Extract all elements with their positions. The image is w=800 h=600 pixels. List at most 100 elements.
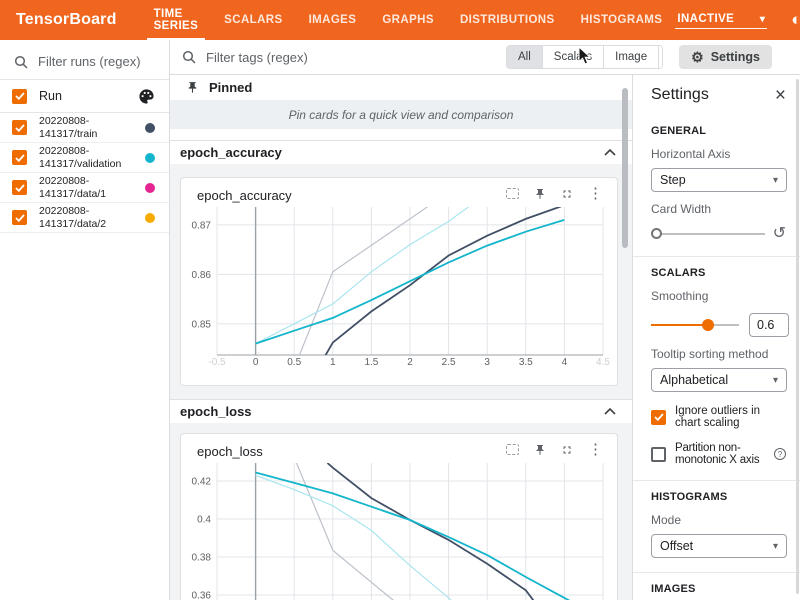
svg-text:0.5: 0.5 xyxy=(287,357,301,368)
pin-icon[interactable] xyxy=(534,444,546,456)
tab-images[interactable]: IMAGES xyxy=(296,0,370,40)
chevron-down-icon: ▾ xyxy=(760,14,765,25)
reset-icon[interactable]: ↺ xyxy=(773,226,786,242)
ignore-outliers-row[interactable]: Ignore outliers in chart scaling xyxy=(651,405,786,429)
svg-text:0.36: 0.36 xyxy=(192,591,212,600)
runs-header-row: Run xyxy=(0,80,169,112)
tag-filter-all[interactable]: All xyxy=(507,46,543,68)
svg-text:0.38: 0.38 xyxy=(192,553,212,564)
run-checkbox[interactable] xyxy=(12,150,27,165)
run-row[interactable]: 20220808-141317/train xyxy=(0,113,169,143)
epoch-loss-chart[interactable]: 0.360.380.40.42 xyxy=(181,458,619,600)
tag-filter-histogram[interactable]: Histogram xyxy=(659,46,663,68)
section-header-epoch-loss[interactable]: epoch_loss xyxy=(170,399,632,423)
chevron-down-icon: ▾ xyxy=(773,375,778,386)
run-color-dot[interactable] xyxy=(145,123,155,133)
card-width-label: Card Width xyxy=(651,202,786,216)
tooltip-sorting-select[interactable]: Alphabetical ▾ xyxy=(651,368,787,392)
runs-filter xyxy=(0,40,169,79)
tab-time-series[interactable]: TIME SERIES xyxy=(141,0,212,40)
chevron-up-icon xyxy=(604,408,616,415)
partition-x-row[interactable]: Partition non-monotonic X axis ? xyxy=(651,442,786,466)
topbar-actions: INACTIVE ▾ ◐ ↻ ⚙ ? xyxy=(675,7,800,33)
epoch-accuracy-chart[interactable]: 0.850.860.87-0.500.511.522.533.544.5 xyxy=(181,202,619,387)
run-checkbox[interactable] xyxy=(12,120,27,135)
tab-distributions[interactable]: DISTRIBUTIONS xyxy=(447,0,568,40)
run-color-dot[interactable] xyxy=(145,183,155,193)
select-all-runs-checkbox[interactable] xyxy=(12,89,27,104)
run-status-label: INACTIVE xyxy=(677,13,734,25)
tooltip-sorting-value: Alphabetical xyxy=(660,373,728,387)
tab-graphs[interactable]: GRAPHS xyxy=(369,0,447,40)
general-heading: GENERAL xyxy=(651,125,786,137)
settings-button-label: Settings xyxy=(711,50,760,64)
card-actions: ⋮ xyxy=(506,186,603,201)
close-icon[interactable]: × xyxy=(775,86,786,105)
tag-filter-image[interactable]: Image xyxy=(604,46,659,68)
fit-to-data-icon[interactable] xyxy=(506,444,519,455)
svg-text:0.85: 0.85 xyxy=(192,319,212,330)
fit-to-data-icon[interactable] xyxy=(506,188,519,199)
slider-knob[interactable] xyxy=(651,228,662,239)
run-checkbox[interactable] xyxy=(12,180,27,195)
search-icon xyxy=(14,55,28,69)
pinned-empty-banner: Pin cards for a quick view and compariso… xyxy=(170,100,632,129)
svg-text:2: 2 xyxy=(407,357,413,368)
more-options-icon[interactable]: ⋮ xyxy=(588,442,603,457)
tab-histograms[interactable]: HISTOGRAMS xyxy=(568,0,676,40)
runs-column-label: Run xyxy=(39,89,62,103)
more-options-icon[interactable]: ⋮ xyxy=(588,186,603,201)
settings-panel-title: Settings xyxy=(651,86,709,104)
run-checkbox[interactable] xyxy=(12,210,27,225)
smoothing-value-input[interactable]: 0.6 xyxy=(749,313,789,337)
histogram-mode-select[interactable]: Offset ▾ xyxy=(651,534,787,558)
run-color-dot[interactable] xyxy=(145,213,155,223)
slider-knob[interactable] xyxy=(702,319,714,331)
horizontal-axis-select[interactable]: Step ▾ xyxy=(651,168,787,192)
run-list: 20220808-141317/train20220808-141317/val… xyxy=(0,113,169,233)
svg-text:3.5: 3.5 xyxy=(519,357,533,368)
tags-filter-input[interactable] xyxy=(206,50,506,65)
divider xyxy=(633,256,800,257)
top-app-bar: TensorBoard TIME SERIESSCALARSIMAGESGRAP… xyxy=(0,0,800,40)
section-title: epoch_loss xyxy=(180,404,252,419)
ignore-outliers-label: Ignore outliers in chart scaling xyxy=(675,405,786,429)
svg-text:3: 3 xyxy=(484,357,490,368)
tab-scalars[interactable]: SCALARS xyxy=(211,0,295,40)
palette-icon[interactable] xyxy=(138,88,155,105)
settings-button[interactable]: ⚙ Settings xyxy=(679,45,772,69)
partition-x-checkbox[interactable] xyxy=(651,447,666,462)
settings-scrollbar[interactable] xyxy=(796,79,799,594)
section-header-epoch-accuracy[interactable]: epoch_accuracy xyxy=(170,140,632,164)
scalars-heading: SCALARS xyxy=(651,267,786,279)
pin-icon[interactable] xyxy=(534,188,546,200)
run-status-dropdown[interactable]: INACTIVE ▾ xyxy=(675,11,767,29)
histograms-heading: HISTOGRAMS xyxy=(651,491,786,503)
runs-filter-input[interactable] xyxy=(38,54,156,69)
app-logo: TensorBoard xyxy=(0,11,141,29)
smoothing-slider[interactable] xyxy=(651,318,739,332)
card-width-slider[interactable] xyxy=(651,227,765,241)
help-icon[interactable]: ? xyxy=(774,448,786,460)
brightness-toggle-icon[interactable]: ◐ xyxy=(783,7,800,33)
main-scrollbar[interactable] xyxy=(622,88,628,248)
card-title: epoch_loss xyxy=(197,444,263,459)
run-color-dot[interactable] xyxy=(145,153,155,163)
histogram-mode-value: Offset xyxy=(660,539,693,553)
scalar-card-epoch-accuracy: epoch_accuracy ⋮ 0.850.860.87-0.500.511.… xyxy=(180,177,618,386)
run-row[interactable]: 20220808-141317/data/2 xyxy=(0,203,169,233)
images-heading: IMAGES xyxy=(651,583,786,595)
fullscreen-icon[interactable] xyxy=(561,444,573,456)
run-row[interactable]: 20220808-141317/validation xyxy=(0,143,169,173)
fullscreen-icon[interactable] xyxy=(561,188,573,200)
run-row[interactable]: 20220808-141317/data/1 xyxy=(0,173,169,203)
run-name: 20220808-141317/validation xyxy=(39,145,127,170)
chevron-down-icon: ▾ xyxy=(773,175,778,186)
histogram-mode-label: Mode xyxy=(651,513,786,527)
pinned-empty-message: Pin cards for a quick view and compariso… xyxy=(289,108,514,122)
svg-text:-0.5: -0.5 xyxy=(208,357,226,368)
divider xyxy=(633,572,800,573)
tag-filter-scalars[interactable]: Scalars xyxy=(543,46,604,68)
ignore-outliers-checkbox[interactable] xyxy=(651,410,666,425)
svg-text:1.5: 1.5 xyxy=(364,357,378,368)
